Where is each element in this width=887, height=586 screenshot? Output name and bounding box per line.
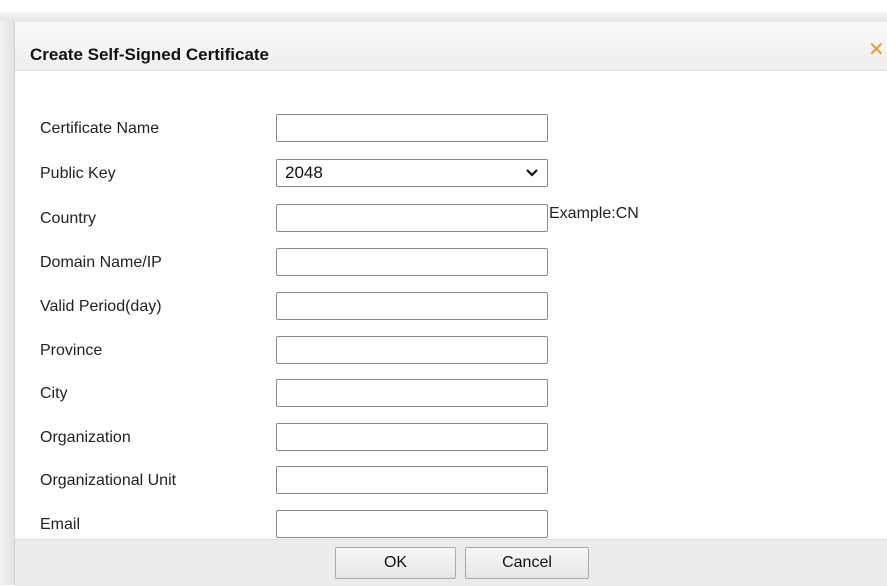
valid-period-label: Valid Period(day) <box>40 298 162 315</box>
country-example-hint: Example:CN <box>549 205 639 222</box>
row-city: City <box>15 379 887 409</box>
organization-label: Organization <box>40 429 131 446</box>
domain-name-ip-label: Domain Name/IP <box>40 254 162 271</box>
public-key-select[interactable]: 2048 <box>276 159 548 187</box>
dialog-shadow-left <box>0 20 14 585</box>
valid-period-input[interactable] <box>276 292 548 320</box>
row-province: Province <box>15 336 887 366</box>
domain-name-ip-input[interactable] <box>276 248 548 276</box>
province-label: Province <box>40 342 103 359</box>
close-icon[interactable]: ✕ <box>868 40 887 60</box>
row-country: Country Example:CN <box>15 204 887 234</box>
ok-button[interactable]: OK <box>335 547 456 579</box>
organizational-unit-input[interactable] <box>276 466 548 494</box>
city-label: City <box>40 385 68 402</box>
organization-input[interactable] <box>276 423 548 451</box>
dialog-titlebar: Create Self-Signed Certificate ✕ <box>15 22 887 71</box>
public-key-label: Public Key <box>40 165 116 182</box>
row-domain-name-ip: Domain Name/IP <box>15 248 887 278</box>
dialog-title: Create Self-Signed Certificate <box>30 45 270 64</box>
row-organization: Organization <box>15 423 887 453</box>
row-certificate-name: Certificate Name <box>15 114 887 144</box>
certificate-name-input[interactable] <box>276 114 548 142</box>
email-input[interactable] <box>276 510 548 538</box>
create-certificate-dialog: Create Self-Signed Certificate ✕ Certifi… <box>14 22 887 586</box>
country-label: Country <box>40 210 97 227</box>
email-label: Email <box>40 516 81 533</box>
certificate-name-label: Certificate Name <box>40 120 160 137</box>
dialog-footer: OK Cancel <box>15 539 887 586</box>
row-valid-period: Valid Period(day) <box>15 292 887 322</box>
city-input[interactable] <box>276 379 548 407</box>
chevron-down-icon <box>526 169 538 177</box>
province-input[interactable] <box>276 336 548 364</box>
cancel-button[interactable]: Cancel <box>465 547 589 579</box>
public-key-selected-value: 2048 <box>285 163 323 182</box>
country-input[interactable] <box>276 204 548 232</box>
row-public-key: Public Key 2048 <box>15 159 887 189</box>
dialog-shadow-top <box>0 12 887 22</box>
row-organizational-unit: Organizational Unit <box>15 466 887 496</box>
row-email: Email <box>15 510 887 540</box>
organizational-unit-label: Organizational Unit <box>40 472 177 489</box>
